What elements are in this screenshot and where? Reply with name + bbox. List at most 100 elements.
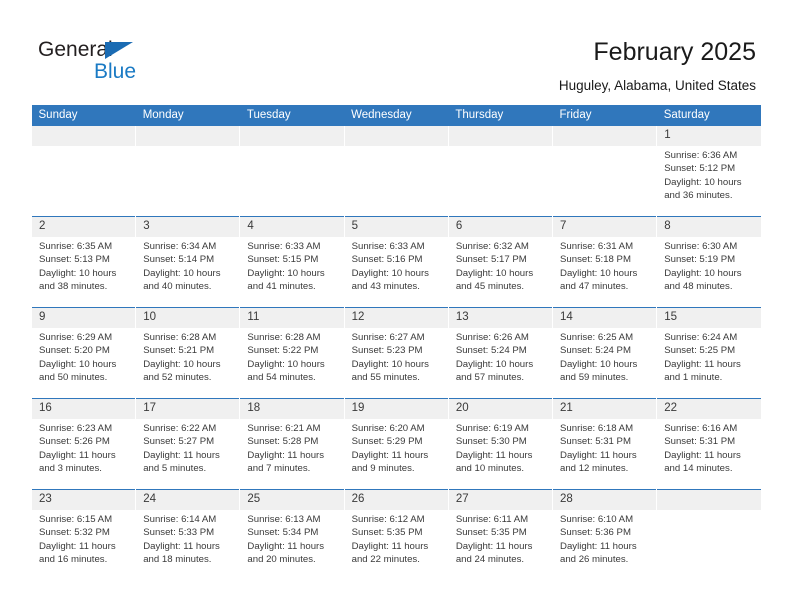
sunset-time: Sunset: 5:16 PM: [351, 254, 423, 266]
sunrise-time: Sunrise: 6:22 AM: [143, 423, 217, 434]
calendar-day-cell[interactable]: 13 Sunrise: 6:26 AM Sunset: 5:24 PM Dayligh…: [447, 307, 553, 399]
calendar-week-row: 23 Sunrise: 6:15 AM Sunset: 5:32 PM Dayligh…: [30, 489, 761, 580]
day-number: 3: [136, 217, 240, 237]
sunrise-time: Sunrise: 6:12 AM: [351, 514, 425, 525]
sun-times-block: Sunrise: 6:31 AM Sunset: 5:18 PM Daylight:…: [553, 237, 656, 294]
sunset-time: Sunset: 5:30 PM: [455, 436, 527, 448]
weekday-header-saturday: Saturday: [656, 105, 761, 126]
calendar-day-cell[interactable]: 2 Sunrise: 6:35 AM Sunset: 5:13 PM Daylight…: [30, 216, 136, 308]
sunset-time: Sunset: 5:35 PM: [351, 527, 423, 539]
sunset-time: Sunset: 5:15 PM: [247, 254, 319, 266]
daylight-duration-line1: Daylight: 11 hours: [351, 540, 429, 552]
weekday-header-wednesday: Wednesday: [344, 105, 449, 126]
sunrise-sunset-calendar: Sunday Monday Tuesday Wednesday Thursday…: [30, 105, 761, 580]
calendar-day-cell[interactable]: 20 Sunrise: 6:19 AM Sunset: 5:30 PM Dayligh…: [447, 398, 553, 490]
daylight-duration-line2: and 22 minutes.: [351, 554, 420, 566]
calendar-day-cell[interactable]: 3 Sunrise: 6:34 AM Sunset: 5:14 PM Daylight…: [135, 216, 240, 308]
logo-text-blue: Blue: [94, 60, 137, 83]
sunrise-time: Sunrise: 6:26 AM: [455, 332, 529, 343]
calendar-day-cell[interactable]: 9 Sunrise: 6:29 AM Sunset: 5:20 PM Daylight…: [30, 307, 136, 399]
sunset-time: Sunset: 5:36 PM: [560, 527, 631, 539]
sunrise-time: Sunrise: 6:29 AM: [39, 332, 113, 343]
daylight-duration-line2: and 50 minutes.: [39, 372, 108, 384]
sunset-time: Sunset: 5:29 PM: [351, 436, 423, 448]
weekday-header-row: Sunday Monday Tuesday Wednesday Thursday…: [31, 105, 761, 126]
daylight-duration-line2: and 18 minutes.: [143, 554, 212, 566]
calendar-day-cell[interactable]: 5 Sunrise: 6:33 AM Sunset: 5:16 PM Daylight…: [343, 216, 449, 308]
calendar-day-cell[interactable]: 19 Sunrise: 6:20 AM Sunset: 5:29 PM Dayligh…: [343, 398, 449, 490]
day-number: 22: [657, 399, 761, 419]
calendar-day-cell[interactable]: 8 Sunrise: 6:30 AM Sunset: 5:19 PM Daylight…: [656, 216, 761, 308]
calendar-day-cell[interactable]: 4 Sunrise: 6:33 AM Sunset: 5:15 PM Daylight…: [239, 216, 345, 308]
day-number: 12: [344, 308, 448, 328]
calendar-day-cell[interactable]: 12 Sunrise: 6:27 AM Sunset: 5:23 PM Dayligh…: [343, 307, 449, 399]
daylight-duration-line2: and 24 minutes.: [455, 554, 525, 566]
calendar-day-cell[interactable]: 18 Sunrise: 6:21 AM Sunset: 5:28 PM Dayligh…: [239, 398, 345, 490]
daylight-duration-line2: and 43 minutes.: [351, 281, 420, 293]
sunrise-time: Sunrise: 6:33 AM: [351, 241, 425, 252]
daylight-duration-line1: Daylight: 10 hours: [455, 358, 534, 370]
daylight-duration-line2: and 9 minutes.: [351, 463, 415, 475]
daylight-duration-line2: and 45 minutes.: [455, 281, 525, 293]
sun-times-block: Sunrise: 6:15 AM Sunset: 5:32 PM Daylight:…: [32, 510, 135, 567]
daylight-duration-line2: and 38 minutes.: [39, 281, 108, 293]
day-number: [344, 126, 448, 146]
day-number: 15: [657, 308, 761, 328]
sun-times-block: Sunrise: 6:28 AM Sunset: 5:22 PM Daylight:…: [240, 328, 343, 385]
calendar-day-cell[interactable]: 21 Sunrise: 6:18 AM Sunset: 5:31 PM Dayligh…: [552, 398, 657, 490]
sun-times-block: Sunrise: 6:11 AM Sunset: 5:35 PM Daylight:…: [449, 510, 552, 567]
daylight-duration-line2: and 40 minutes.: [143, 281, 212, 293]
calendar-day-cell[interactable]: 1 Sunrise: 6:36 AM Sunset: 5:12 PM Daylight…: [656, 126, 761, 217]
calendar-day-cell[interactable]: 22 Sunrise: 6:16 AM Sunset: 5:31 PM Dayligh…: [656, 398, 761, 490]
daylight-duration-line1: Daylight: 10 hours: [247, 358, 325, 370]
calendar-day-cell[interactable]: 26 Sunrise: 6:12 AM Sunset: 5:35 PM Dayligh…: [343, 489, 449, 580]
day-number: 17: [136, 399, 240, 419]
sun-times-block: Sunrise: 6:18 AM Sunset: 5:31 PM Daylight:…: [553, 419, 656, 476]
daylight-duration-line1: Daylight: 10 hours: [351, 267, 429, 279]
day-number: 5: [344, 217, 448, 237]
sun-times-block: Sunrise: 6:22 AM Sunset: 5:27 PM Daylight:…: [136, 419, 239, 476]
calendar-day-cell[interactable]: 6 Sunrise: 6:32 AM Sunset: 5:17 PM Daylight…: [447, 216, 553, 308]
sun-times-block: Sunrise: 6:13 AM Sunset: 5:34 PM Daylight:…: [240, 510, 343, 567]
calendar-day-cell[interactable]: 25 Sunrise: 6:13 AM Sunset: 5:34 PM Dayligh…: [239, 489, 345, 580]
calendar-week-row: 2 Sunrise: 6:35 AM Sunset: 5:13 PM Daylight…: [30, 216, 761, 308]
calendar-day-cell[interactable]: 27 Sunrise: 6:11 AM Sunset: 5:35 PM Dayligh…: [447, 489, 553, 580]
calendar-day-cell[interactable]: 24 Sunrise: 6:14 AM Sunset: 5:33 PM Dayligh…: [135, 489, 240, 580]
day-number: 8: [657, 217, 761, 237]
calendar-day-cell[interactable]: 10 Sunrise: 6:28 AM Sunset: 5:21 PM Dayligh…: [135, 307, 240, 399]
day-number: 26: [344, 490, 448, 510]
daylight-duration-line1: Daylight: 11 hours: [455, 449, 533, 461]
day-number: 19: [344, 399, 448, 419]
sunrise-time: Sunrise: 6:32 AM: [455, 241, 529, 252]
sun-times-block: Sunrise: 6:27 AM Sunset: 5:23 PM Daylight:…: [345, 328, 448, 385]
sunrise-time: Sunrise: 6:34 AM: [143, 241, 217, 252]
calendar-day-cell[interactable]: 11 Sunrise: 6:28 AM Sunset: 5:22 PM Dayligh…: [239, 307, 345, 399]
calendar-day-cell[interactable]: 15 Sunrise: 6:24 AM Sunset: 5:25 PM Dayligh…: [656, 307, 761, 399]
calendar-day-cell[interactable]: 17 Sunrise: 6:22 AM Sunset: 5:27 PM Dayligh…: [135, 398, 240, 490]
calendar-day-cell[interactable]: 7 Sunrise: 6:31 AM Sunset: 5:18 PM Daylight…: [552, 216, 657, 308]
sunrise-time: Sunrise: 6:36 AM: [664, 150, 738, 161]
calendar-day-cell[interactable]: 14 Sunrise: 6:25 AM Sunset: 5:24 PM Dayligh…: [552, 307, 657, 399]
day-number: 25: [240, 490, 344, 510]
daylight-duration-line1: Daylight: 11 hours: [39, 449, 116, 461]
sun-times-block: Sunrise: 6:26 AM Sunset: 5:24 PM Daylight:…: [449, 328, 552, 385]
sunrise-time: Sunrise: 6:28 AM: [143, 332, 217, 343]
daylight-duration-line2: and 47 minutes.: [560, 281, 629, 293]
daylight-duration-line1: Daylight: 11 hours: [247, 449, 325, 461]
sun-times-block: Sunrise: 6:28 AM Sunset: 5:21 PM Daylight:…: [136, 328, 239, 385]
daylight-duration-line1: Daylight: 10 hours: [664, 267, 742, 279]
day-number: [657, 490, 761, 510]
sunrise-time: Sunrise: 6:28 AM: [247, 332, 321, 343]
sunset-time: Sunset: 5:20 PM: [39, 345, 110, 357]
day-number: 16: [32, 399, 136, 419]
calendar-day-cell[interactable]: 28 Sunrise: 6:10 AM Sunset: 5:36 PM Dayligh…: [552, 489, 657, 580]
sunset-time: Sunset: 5:12 PM: [664, 163, 736, 175]
weekday-header-monday: Monday: [135, 105, 240, 126]
sunset-time: Sunset: 5:28 PM: [247, 436, 319, 448]
daylight-duration-line2: and 41 minutes.: [247, 281, 316, 293]
daylight-duration-line2: and 12 minutes.: [560, 463, 629, 475]
calendar-day-cell[interactable]: 16 Sunrise: 6:23 AM Sunset: 5:26 PM Dayligh…: [30, 398, 136, 490]
calendar-day-cell[interactable]: 23 Sunrise: 6:15 AM Sunset: 5:32 PM Dayligh…: [30, 489, 136, 580]
daylight-duration-line1: Daylight: 11 hours: [560, 449, 637, 461]
sunrise-time: Sunrise: 6:27 AM: [351, 332, 425, 343]
